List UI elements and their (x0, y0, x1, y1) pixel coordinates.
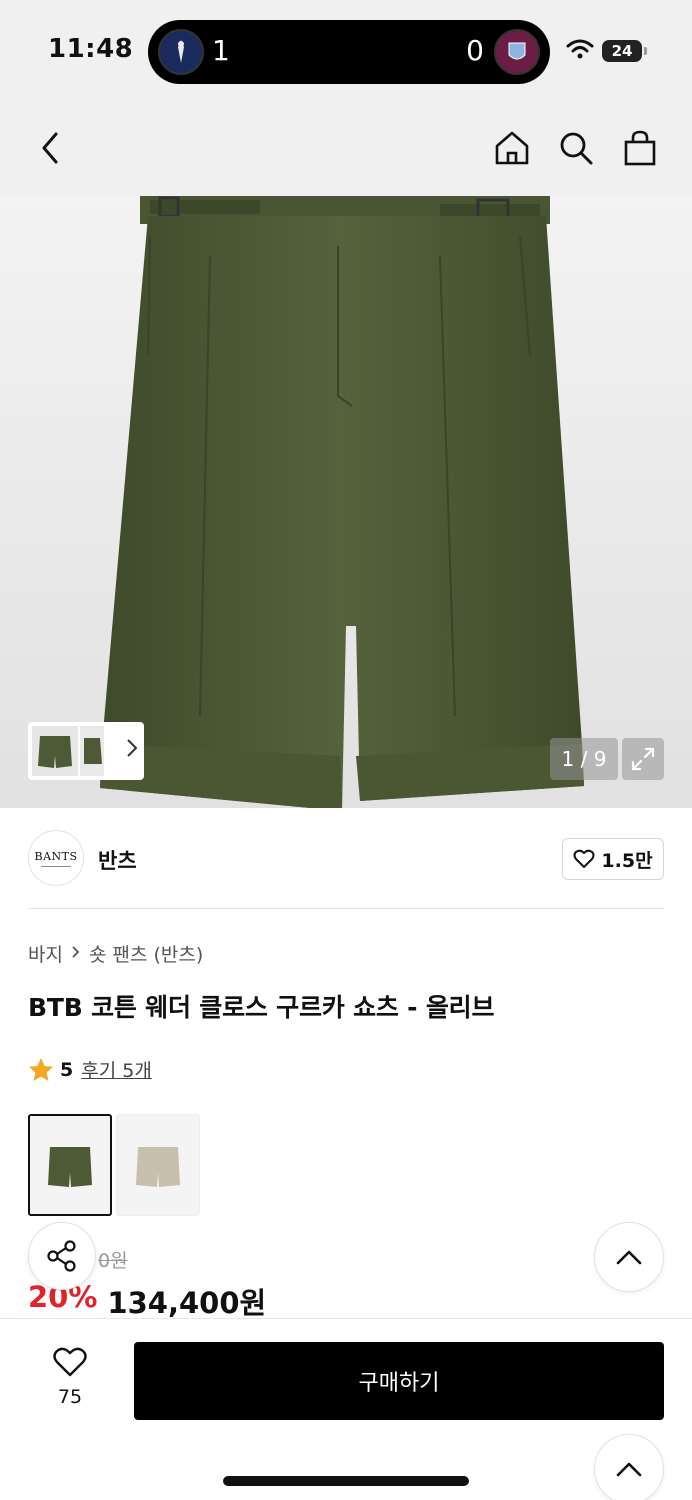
chevron-up-icon (616, 1250, 642, 1265)
product-title: BTB 코튼 웨더 클로스 구르카 쇼츠 - 올리브 (28, 993, 495, 1022)
wishlist-button[interactable]: 75 (40, 1346, 100, 1408)
status-time: 11:48 (48, 34, 134, 64)
status-bar: 11:48 1 0 24 (0, 0, 692, 100)
live-activity-score[interactable]: 1 0 (148, 20, 550, 84)
home-score: 1 (212, 34, 230, 67)
breadcrumb-item[interactable]: 숏 팬츠 (반츠) (89, 940, 203, 967)
breadcrumb-item[interactable]: 바지 (28, 940, 63, 967)
search-icon[interactable] (556, 128, 596, 168)
home-icon[interactable] (492, 128, 532, 168)
wifi-icon (566, 38, 594, 64)
heart-icon (53, 1347, 87, 1377)
divider (28, 908, 664, 909)
away-team-crest-icon (494, 29, 540, 75)
wishlist-count: 75 (57, 1386, 83, 1408)
product-rating[interactable]: 5 후기 5개 (28, 1056, 152, 1083)
chevron-up-icon (616, 1462, 642, 1477)
brand-logo-text: BANTS (34, 849, 78, 863)
battery-indicator: 24 (602, 40, 642, 62)
sale-price: 134,400원 (107, 1286, 267, 1320)
breadcrumb: 바지 숏 팬츠 (반츠) (28, 940, 203, 967)
star-icon (29, 1057, 53, 1081)
rating-value: 5 (60, 1058, 74, 1081)
away-score: 0 (466, 34, 484, 67)
product-image (100, 196, 584, 808)
review-link[interactable]: 후기 5개 (81, 1056, 152, 1083)
brand-name[interactable]: 반츠 (98, 845, 137, 875)
share-button[interactable] (28, 1222, 96, 1290)
home-team-crest-icon (158, 29, 204, 75)
shopping-bag-icon[interactable] (620, 128, 660, 168)
color-swatch-olive[interactable] (28, 1114, 112, 1216)
brand-logo[interactable]: BANTS (28, 830, 84, 886)
battery-cap (644, 47, 647, 55)
chevron-right-icon (71, 943, 81, 964)
gallery-thumbnail-strip[interactable] (28, 722, 144, 780)
chevron-left-icon[interactable] (30, 128, 70, 168)
scroll-to-top-button[interactable] (594, 1434, 664, 1500)
expand-icon[interactable] (622, 738, 664, 780)
chevron-right-icon[interactable] (126, 738, 138, 763)
brand-logo-underline (41, 865, 71, 867)
home-indicator[interactable] (223, 1476, 469, 1486)
top-nav (0, 100, 692, 196)
scroll-to-top-button[interactable] (594, 1222, 664, 1292)
brand-like-count: 1.5만 (601, 849, 653, 872)
gallery-thumbnail[interactable] (32, 726, 78, 776)
share-icon (47, 1240, 76, 1272)
heart-icon (573, 849, 595, 868)
color-swatch-beige[interactable] (116, 1114, 200, 1216)
image-counter: 1 / 9 (550, 738, 618, 780)
gallery-thumbnail[interactable] (80, 726, 104, 776)
product-image-gallery[interactable] (0, 196, 692, 808)
buy-button[interactable]: 구매하기 (134, 1342, 664, 1420)
brand-like-button[interactable]: 1.5만 (562, 838, 664, 880)
original-price: 0원 (98, 1250, 128, 1272)
